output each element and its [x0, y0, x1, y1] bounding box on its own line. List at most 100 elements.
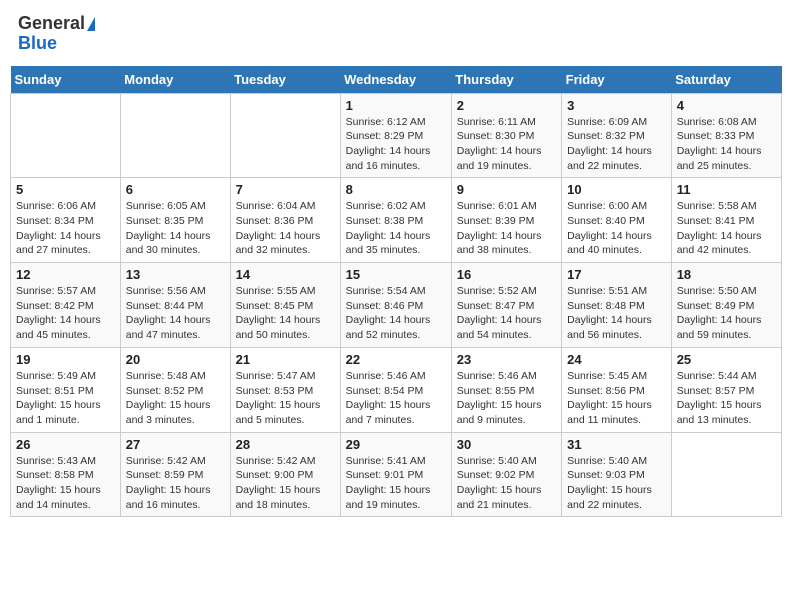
- calendar-week-1: 1Sunrise: 6:12 AM Sunset: 8:29 PM Daylig…: [11, 93, 782, 178]
- day-header-friday: Friday: [562, 66, 672, 94]
- calendar-cell: 13 Sunrise: 5:56 AM Sunset: 8:44 PM Dayli…: [120, 263, 230, 348]
- calendar-week-4: 19 Sunrise: 5:49 AM Sunset: 8:51 PM Dayli…: [11, 347, 782, 432]
- day-number: 21: [236, 352, 335, 367]
- calendar-cell: 10 Sunrise: 6:00 AM Sunset: 8:40 PM Dayli…: [562, 178, 672, 263]
- day-number: 23: [457, 352, 556, 367]
- day-number: 2: [457, 98, 556, 113]
- day-number: 20: [126, 352, 225, 367]
- day-number: 13: [126, 267, 225, 282]
- day-info: Sunrise: 5:55 AM Sunset: 8:45 PM Dayligh…: [236, 284, 335, 343]
- calendar-cell: [671, 432, 781, 517]
- day-info: Sunrise: 5:40 AM Sunset: 9:03 PM Dayligh…: [567, 454, 666, 513]
- day-header-thursday: Thursday: [451, 66, 561, 94]
- calendar-cell: [230, 93, 340, 178]
- day-number: 5: [16, 182, 115, 197]
- day-number: 12: [16, 267, 115, 282]
- calendar-cell: [11, 93, 121, 178]
- day-info: Sunrise: 6:11 AM Sunset: 8:30 PM Dayligh…: [457, 115, 556, 174]
- calendar-cell: 19 Sunrise: 5:49 AM Sunset: 8:51 PM Dayli…: [11, 347, 121, 432]
- day-number: 6: [126, 182, 225, 197]
- day-header-saturday: Saturday: [671, 66, 781, 94]
- calendar-cell: 9 Sunrise: 6:01 AM Sunset: 8:39 PM Daylig…: [451, 178, 561, 263]
- day-info: Sunrise: 5:43 AM Sunset: 8:58 PM Dayligh…: [16, 454, 115, 513]
- logo-general: General: [18, 14, 85, 34]
- day-number: 19: [16, 352, 115, 367]
- day-number: 28: [236, 437, 335, 452]
- day-info: Sunrise: 5:49 AM Sunset: 8:51 PM Dayligh…: [16, 369, 115, 428]
- day-number: 29: [346, 437, 446, 452]
- day-number: 27: [126, 437, 225, 452]
- day-number: 25: [677, 352, 776, 367]
- calendar-cell: 23 Sunrise: 5:46 AM Sunset: 8:55 PM Dayli…: [451, 347, 561, 432]
- day-number: 30: [457, 437, 556, 452]
- page-header: General Blue: [10, 10, 782, 58]
- day-number: 10: [567, 182, 666, 197]
- calendar-cell: 30 Sunrise: 5:40 AM Sunset: 9:02 PM Dayli…: [451, 432, 561, 517]
- day-number: 31: [567, 437, 666, 452]
- day-info: Sunrise: 6:06 AM Sunset: 8:34 PM Dayligh…: [16, 199, 115, 258]
- day-info: Sunrise: 5:41 AM Sunset: 9:01 PM Dayligh…: [346, 454, 446, 513]
- day-number: 14: [236, 267, 335, 282]
- logo-triangle-icon: [87, 17, 95, 31]
- calendar-cell: 22Sunrise: 5:46 AM Sunset: 8:54 PM Dayli…: [340, 347, 451, 432]
- calendar-cell: 11 Sunrise: 5:58 AM Sunset: 8:41 PM Dayli…: [671, 178, 781, 263]
- calendar-cell: 3Sunrise: 6:09 AM Sunset: 8:32 PM Daylig…: [562, 93, 672, 178]
- calendar-week-3: 12 Sunrise: 5:57 AM Sunset: 8:42 PM Dayli…: [11, 263, 782, 348]
- day-info: Sunrise: 6:01 AM Sunset: 8:39 PM Dayligh…: [457, 199, 556, 258]
- calendar-week-2: 5 Sunrise: 6:06 AM Sunset: 8:34 PM Daylig…: [11, 178, 782, 263]
- calendar-cell: 8 Sunrise: 6:02 AM Sunset: 8:38 PM Daylig…: [340, 178, 451, 263]
- day-number: 16: [457, 267, 556, 282]
- day-number: 11: [677, 182, 776, 197]
- calendar-cell: 4 Sunrise: 6:08 AM Sunset: 8:33 PM Daylig…: [671, 93, 781, 178]
- day-info: Sunrise: 6:12 AM Sunset: 8:29 PM Dayligh…: [346, 115, 446, 174]
- day-info: Sunrise: 5:58 AM Sunset: 8:41 PM Dayligh…: [677, 199, 776, 258]
- day-header-tuesday: Tuesday: [230, 66, 340, 94]
- day-info: Sunrise: 5:46 AM Sunset: 8:55 PM Dayligh…: [457, 369, 556, 428]
- day-info: Sunrise: 5:47 AM Sunset: 8:53 PM Dayligh…: [236, 369, 335, 428]
- day-info: Sunrise: 6:02 AM Sunset: 8:38 PM Dayligh…: [346, 199, 446, 258]
- day-number: 7: [236, 182, 335, 197]
- day-number: 3: [567, 98, 666, 113]
- calendar-cell: 29 Sunrise: 5:41 AM Sunset: 9:01 PM Dayli…: [340, 432, 451, 517]
- calendar-cell: 26 Sunrise: 5:43 AM Sunset: 8:58 PM Dayli…: [11, 432, 121, 517]
- day-number: 26: [16, 437, 115, 452]
- day-info: Sunrise: 5:40 AM Sunset: 9:02 PM Dayligh…: [457, 454, 556, 513]
- calendar-cell: 16 Sunrise: 5:52 AM Sunset: 8:47 PM Dayli…: [451, 263, 561, 348]
- calendar-cell: 17Sunrise: 5:51 AM Sunset: 8:48 PM Dayli…: [562, 263, 672, 348]
- calendar-cell: [120, 93, 230, 178]
- calendar-cell: 1Sunrise: 6:12 AM Sunset: 8:29 PM Daylig…: [340, 93, 451, 178]
- day-info: Sunrise: 5:57 AM Sunset: 8:42 PM Dayligh…: [16, 284, 115, 343]
- days-header-row: SundayMondayTuesdayWednesdayThursdayFrid…: [11, 66, 782, 94]
- day-info: Sunrise: 5:42 AM Sunset: 8:59 PM Dayligh…: [126, 454, 225, 513]
- day-info: Sunrise: 6:00 AM Sunset: 8:40 PM Dayligh…: [567, 199, 666, 258]
- day-info: Sunrise: 5:46 AM Sunset: 8:54 PM Dayligh…: [346, 369, 446, 428]
- calendar-cell: 20 Sunrise: 5:48 AM Sunset: 8:52 PM Dayli…: [120, 347, 230, 432]
- calendar-cell: 27 Sunrise: 5:42 AM Sunset: 8:59 PM Dayli…: [120, 432, 230, 517]
- calendar-cell: 15Sunrise: 5:54 AM Sunset: 8:46 PM Dayli…: [340, 263, 451, 348]
- day-info: Sunrise: 5:44 AM Sunset: 8:57 PM Dayligh…: [677, 369, 776, 428]
- calendar-cell: 28 Sunrise: 5:42 AM Sunset: 9:00 PM Dayli…: [230, 432, 340, 517]
- day-number: 9: [457, 182, 556, 197]
- day-info: Sunrise: 5:54 AM Sunset: 8:46 PM Dayligh…: [346, 284, 446, 343]
- day-info: Sunrise: 5:42 AM Sunset: 9:00 PM Dayligh…: [236, 454, 335, 513]
- day-info: Sunrise: 5:48 AM Sunset: 8:52 PM Dayligh…: [126, 369, 225, 428]
- day-number: 4: [677, 98, 776, 113]
- calendar-cell: 12 Sunrise: 5:57 AM Sunset: 8:42 PM Dayli…: [11, 263, 121, 348]
- logo-blue: Blue: [18, 34, 95, 54]
- day-info: Sunrise: 6:05 AM Sunset: 8:35 PM Dayligh…: [126, 199, 225, 258]
- day-info: Sunrise: 5:50 AM Sunset: 8:49 PM Dayligh…: [677, 284, 776, 343]
- calendar-cell: 14 Sunrise: 5:55 AM Sunset: 8:45 PM Dayli…: [230, 263, 340, 348]
- day-header-monday: Monday: [120, 66, 230, 94]
- calendar-cell: 6 Sunrise: 6:05 AM Sunset: 8:35 PM Daylig…: [120, 178, 230, 263]
- day-info: Sunrise: 5:56 AM Sunset: 8:44 PM Dayligh…: [126, 284, 225, 343]
- day-info: Sunrise: 6:04 AM Sunset: 8:36 PM Dayligh…: [236, 199, 335, 258]
- day-info: Sunrise: 5:52 AM Sunset: 8:47 PM Dayligh…: [457, 284, 556, 343]
- day-number: 8: [346, 182, 446, 197]
- day-info: Sunrise: 6:08 AM Sunset: 8:33 PM Dayligh…: [677, 115, 776, 174]
- day-header-wednesday: Wednesday: [340, 66, 451, 94]
- calendar-week-5: 26 Sunrise: 5:43 AM Sunset: 8:58 PM Dayli…: [11, 432, 782, 517]
- calendar-cell: 31 Sunrise: 5:40 AM Sunset: 9:03 PM Dayli…: [562, 432, 672, 517]
- day-info: Sunrise: 5:51 AM Sunset: 8:48 PM Dayligh…: [567, 284, 666, 343]
- calendar-cell: 5 Sunrise: 6:06 AM Sunset: 8:34 PM Daylig…: [11, 178, 121, 263]
- calendar-cell: 25 Sunrise: 5:44 AM Sunset: 8:57 PM Dayli…: [671, 347, 781, 432]
